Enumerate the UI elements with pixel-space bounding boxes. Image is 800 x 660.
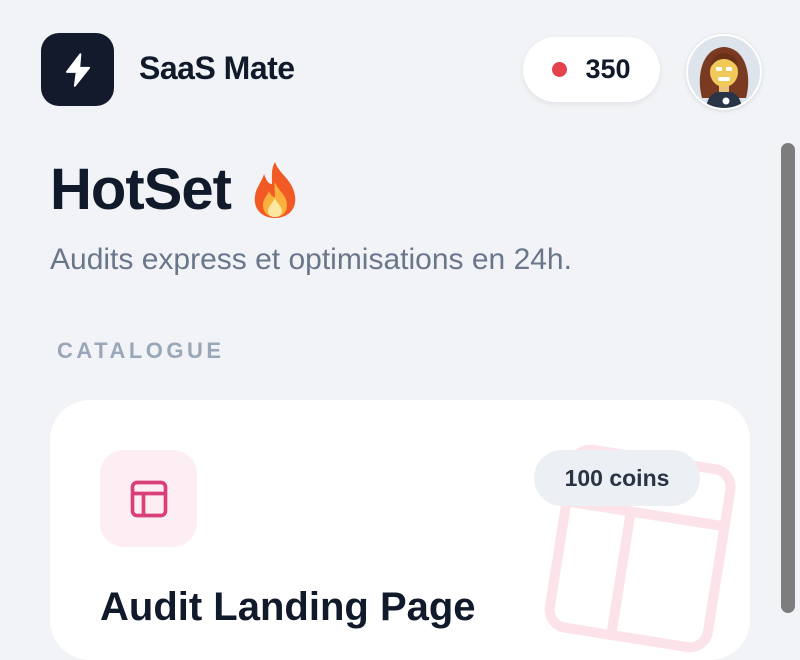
brand-name: SaaS Mate (139, 50, 295, 86)
page-subtitle: Audits express et optimisations en 24h. (50, 243, 572, 276)
bolt-icon (65, 52, 90, 87)
price-badge: 100 coins (534, 450, 700, 506)
coins-balance-pill[interactable]: 350 (523, 37, 660, 102)
catalogue-card[interactable]: 100 coins Audit Landing Page (50, 400, 750, 660)
card-icon-box (100, 450, 197, 547)
user-avatar[interactable] (686, 34, 762, 110)
avatar-illustration (688, 36, 760, 108)
fire-icon (254, 162, 296, 218)
card-title: Audit Landing Page (100, 585, 476, 629)
coins-balance: 350 (585, 54, 631, 84)
layout-icon (130, 480, 167, 517)
scrollbar-thumb[interactable] (781, 143, 795, 613)
app-logo[interactable] (41, 33, 114, 106)
page-title: HotSet (50, 157, 232, 222)
page-title-row: HotSet (50, 158, 301, 222)
section-label-catalogue: CATALOGUE (57, 338, 225, 363)
status-dot (552, 62, 568, 77)
